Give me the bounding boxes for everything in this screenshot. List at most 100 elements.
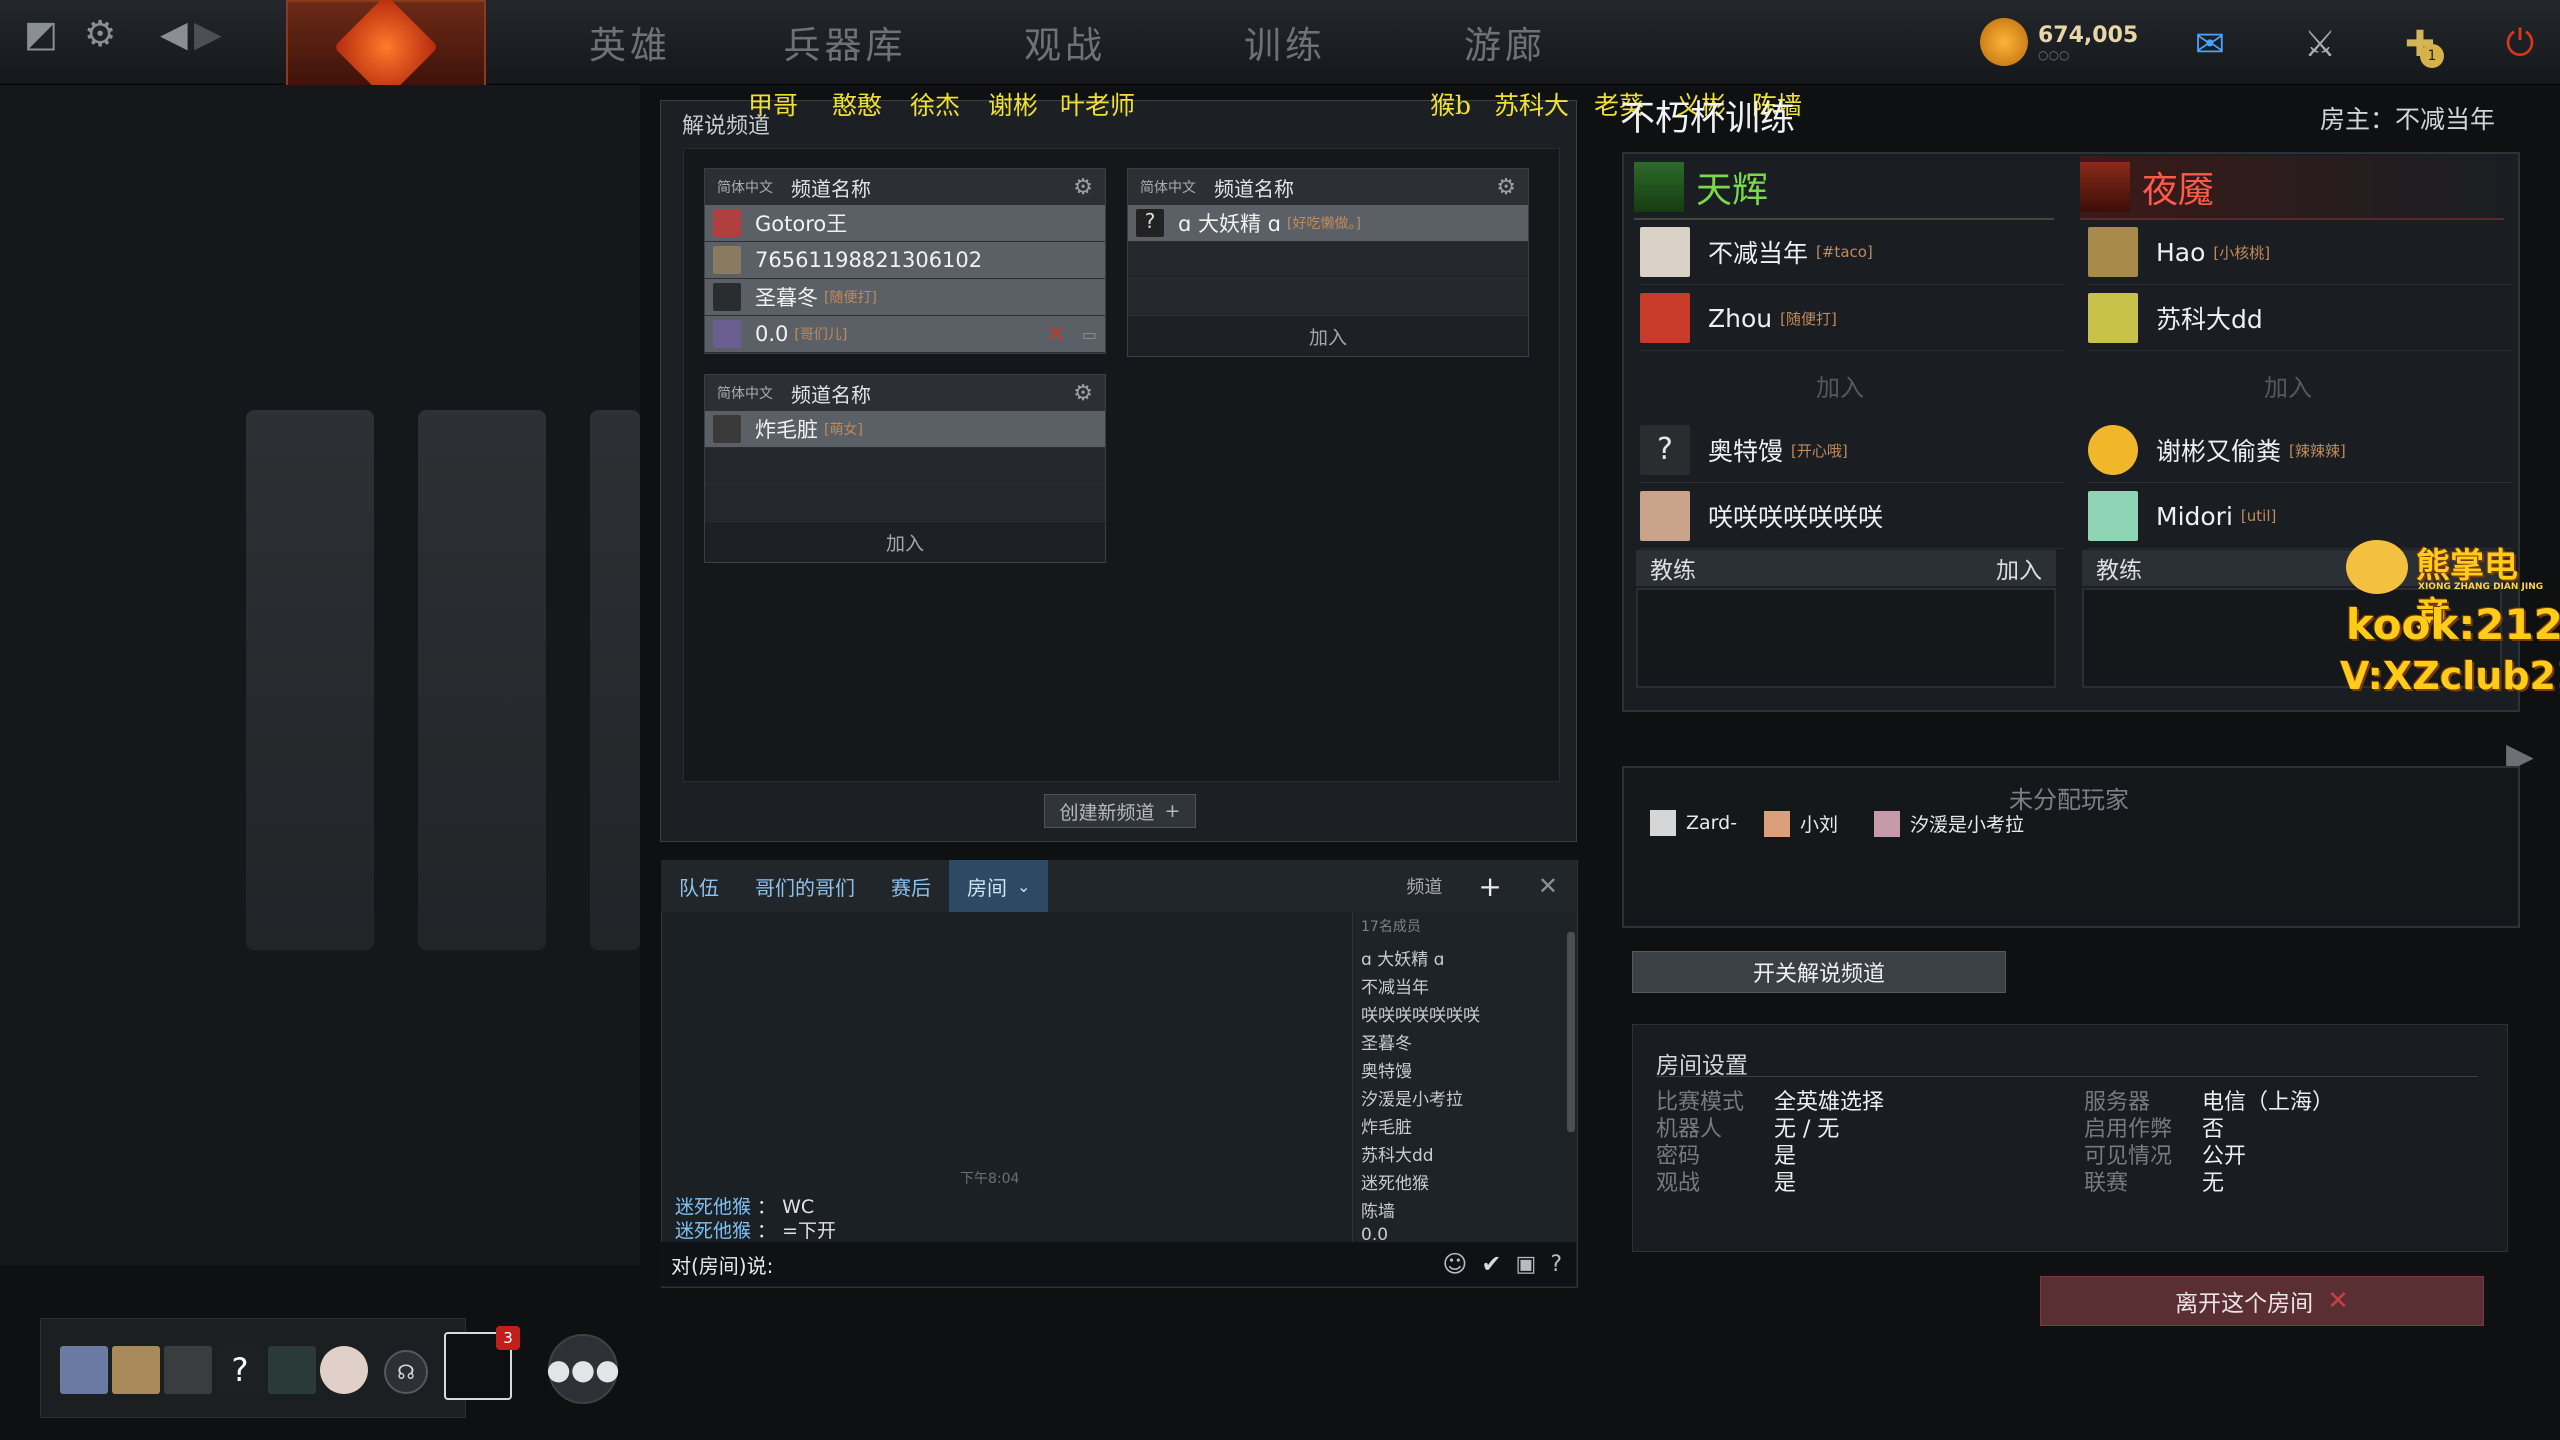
overlay-name: 甲哥	[748, 91, 799, 120]
dire-player-slot[interactable]: 谢彬又偷粪 [辣辣辣]	[2088, 418, 2512, 483]
kick-close-icon[interactable]: ✕	[1046, 320, 1066, 348]
channel-gear-icon[interactable]: ⚙	[1073, 381, 1093, 406]
dire-player-slot[interactable]: Hao [小核桃]	[2088, 220, 2512, 285]
channel-header: 简体中文 频道名称 ⚙	[705, 375, 1105, 411]
chat-member[interactable]: 汐湲是小考拉	[1353, 1080, 1577, 1110]
setting-row: 联赛无	[2084, 1171, 2225, 1196]
channel-member[interactable]: ? ɑ 大妖精 ɑ [好吃懒做。]	[1128, 205, 1528, 242]
chat-member[interactable]: 奥特馒	[1353, 1052, 1577, 1082]
channel-card[interactable]: 简体中文 频道名称 ⚙ ? ɑ 大妖精 ɑ [好吃懒做。] 加入	[1127, 168, 1529, 357]
nav-armory[interactable]: 兵器库	[750, 0, 940, 84]
channel-card[interactable]: 简体中文 频道名称 ⚙ 炸毛脏 [萌女] 加入	[704, 374, 1106, 563]
avatar	[713, 320, 741, 348]
nav-watch[interactable]: 观战	[970, 0, 1160, 84]
chat-member[interactable]: 炸毛脏	[1353, 1108, 1577, 1138]
nav-heroes[interactable]: 英雄	[540, 0, 720, 84]
dota-logo-button[interactable]	[286, 0, 486, 100]
chat-member[interactable]: 0.0	[1353, 1220, 1577, 1240]
chat-tab-team[interactable]: 队伍	[661, 860, 737, 912]
channel-member[interactable]: 76561198821306102	[705, 242, 1105, 279]
radiant-coach-slot[interactable]	[1636, 588, 2056, 688]
message-author[interactable]: 迷死他猴	[675, 1196, 751, 1218]
plus-icon[interactable]: ✚	[2390, 14, 2450, 74]
party-member-avatar[interactable]	[268, 1346, 316, 1394]
chat-message: 迷死他猴 ： =下开	[675, 1220, 837, 1242]
party-member-avatar[interactable]	[112, 1346, 160, 1394]
channel-member[interactable]: 炸毛脏 [萌女]	[705, 411, 1105, 448]
chat-input-bar[interactable]: 对(房间)说: ☺ ✔ ▣ ?	[661, 1242, 1576, 1286]
chat-member[interactable]: 不减当年	[1353, 968, 1577, 998]
toggle-caster-channel-button[interactable]: 开关解说频道	[1632, 951, 2006, 993]
chat-channels-button[interactable]: 频道	[1388, 860, 1460, 912]
channel-gear-icon[interactable]: ⚙	[1496, 175, 1516, 200]
unassigned-player[interactable]: 小刘	[1764, 810, 1838, 837]
armory-icon[interactable]: ⚔	[2290, 14, 2350, 74]
party-member-avatar[interactable]	[60, 1346, 108, 1394]
channel-name: 频道名称	[791, 176, 871, 201]
message-author[interactable]: 迷死他猴	[675, 1220, 751, 1242]
chat-tab-friends-of-friends[interactable]: 哥们的哥们	[737, 860, 873, 912]
radiant-player-slot[interactable]: ? 奥特馒 [开心哦]	[1640, 418, 2064, 483]
checkmark-icon[interactable]: ✔	[1481, 1250, 1501, 1278]
shards-display[interactable]: 674,005 ○○○	[1980, 18, 2138, 66]
channel-gear-icon[interactable]: ⚙	[1073, 175, 1093, 200]
dashboard-icon[interactable]: ◩	[24, 14, 58, 55]
emoji-icon[interactable]: ☺	[1442, 1250, 1467, 1278]
member-tag: [哥们儿]	[794, 327, 848, 343]
radiant-player-slot[interactable]: 咲咲咲咲咲咲咲	[1640, 484, 2064, 549]
help-icon[interactable]: ?	[1550, 1252, 1562, 1277]
setting-row: 观战是	[1656, 1171, 1797, 1196]
channel-empty-slot	[1128, 279, 1528, 316]
forward-arrow-icon[interactable]: ▶	[194, 14, 222, 55]
headset-icon[interactable]: ☊	[384, 1350, 428, 1394]
chat-member[interactable]: 苏科大dd	[1353, 1136, 1577, 1166]
chat-member[interactable]: 圣暮冬	[1353, 1024, 1577, 1054]
close-chat-icon[interactable]: ✕	[1520, 860, 1576, 912]
watermark-sub: XIONG ZHANG DIAN JING	[2418, 582, 2544, 592]
avatar	[2088, 293, 2138, 343]
party-member-avatar[interactable]	[164, 1346, 212, 1394]
watermark-kook: kook:212	[2346, 600, 2560, 649]
add-channel-plus-icon[interactable]: +	[1460, 860, 1519, 912]
member-list-scrollbar[interactable]	[1567, 932, 1575, 1132]
channel-join-button[interactable]: 加入	[1128, 316, 1528, 356]
camera-icon[interactable]: ▭	[1082, 325, 1097, 344]
party-member-avatar[interactable]	[320, 1346, 368, 1394]
friends-icon[interactable]: ●●●	[546, 1334, 620, 1404]
dire-player-slot[interactable]: 苏科大dd	[2088, 286, 2512, 351]
radiant-player-slot[interactable]: 不减当年 [#taco]	[1640, 220, 2064, 285]
channel-member[interactable]: 圣暮冬 [随便打]	[705, 279, 1105, 316]
channel-member[interactable]: Gotoro王	[705, 205, 1105, 242]
chevron-down-icon: ⌄	[1017, 876, 1031, 896]
leave-room-button[interactable]: 离开这个房间 ✕	[2040, 1276, 2484, 1326]
nav-learn[interactable]: 训练	[1190, 0, 1380, 84]
chat-member[interactable]: ɑ 大妖精 ɑ	[1353, 940, 1577, 970]
nav-arcade[interactable]: 游廊	[1410, 0, 1600, 84]
unassigned-player[interactable]: Zard-	[1650, 810, 1737, 836]
chat-icon[interactable]: ✉	[2180, 14, 2240, 74]
chat-member[interactable]: 咲咲咲咲咲咲咲	[1353, 996, 1577, 1026]
channel-join-button[interactable]: 加入	[705, 522, 1105, 562]
image-icon[interactable]: ▣	[1516, 1252, 1537, 1277]
channel-member[interactable]: 0.0 [哥们儿] ✕ ▭	[705, 316, 1105, 353]
room-settings-title: 房间设置	[1656, 1053, 1748, 1079]
chat-member[interactable]: 迷死他猴	[1353, 1164, 1577, 1194]
power-icon[interactable]: ⏻	[2490, 14, 2550, 74]
create-channel-button[interactable]: 创建新频道 +	[1044, 794, 1196, 828]
radiant-player-slot[interactable]: Zhou [随便打]	[1640, 286, 2064, 351]
chat-tab-postgame[interactable]: 赛后	[873, 860, 949, 912]
settings-gear-icon[interactable]: ⚙	[84, 14, 116, 55]
chat-tab-room[interactable]: 房间 ⌄	[949, 860, 1049, 912]
dire-join-button[interactable]: 加入	[2076, 356, 2500, 414]
shards-icon	[1980, 18, 2028, 66]
channel-card[interactable]: 简体中文 频道名称 ⚙ Gotoro王 76561198821306102 圣暮…	[704, 168, 1106, 354]
member-tag: [随便打]	[824, 290, 877, 306]
unknown-avatar-icon[interactable]: ?	[216, 1346, 264, 1394]
radiant-coach-join-button[interactable]: 加入	[1996, 551, 2042, 585]
chat-member[interactable]: 陈墙	[1353, 1192, 1577, 1222]
radiant-join-button[interactable]: 加入	[1628, 356, 2052, 414]
back-arrow-icon[interactable]: ◀	[160, 14, 188, 55]
channel-language: 简体中文	[717, 180, 773, 196]
player-name: 苏科大dd	[2156, 305, 2263, 334]
unassigned-player[interactable]: 汐湲是小考拉	[1874, 810, 2024, 837]
